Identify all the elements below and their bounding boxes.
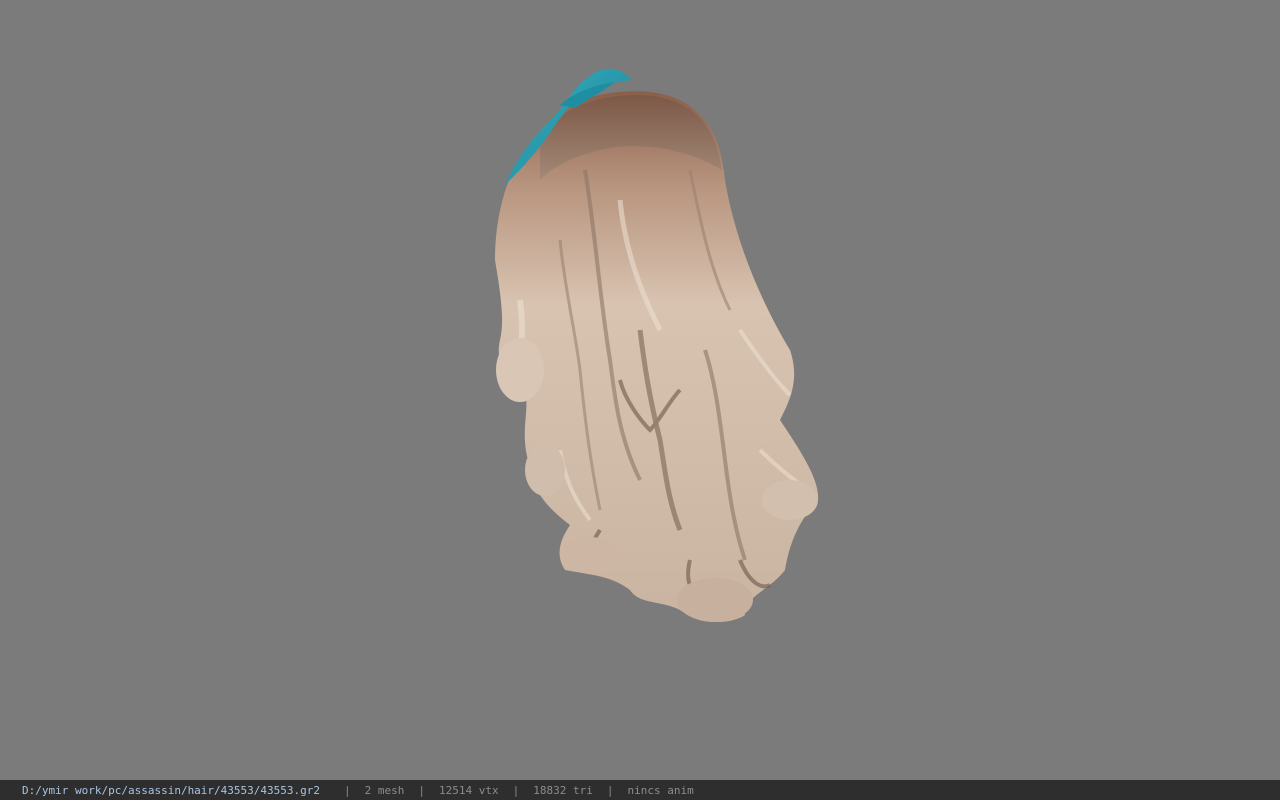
status-separator: | [512, 783, 520, 797]
status-separator: | [606, 783, 614, 797]
status-separator: | [418, 783, 426, 797]
status-separator: | [344, 783, 351, 797]
triangle-count: 18832 tri [533, 783, 593, 797]
3d-viewport[interactable] [0, 0, 1280, 780]
mesh-count: 2 mesh [364, 783, 405, 797]
vertex-count: 12514 vtx [439, 783, 499, 797]
status-bar: D:/ymir work/pc/assassin/hair/43553/4355… [0, 780, 1280, 800]
hair-model-render[interactable] [0, 0, 1280, 780]
file-path: D:/ymir work/pc/assassin/hair/43553/4355… [22, 783, 321, 797]
animation-status: nincs anim [627, 783, 694, 797]
